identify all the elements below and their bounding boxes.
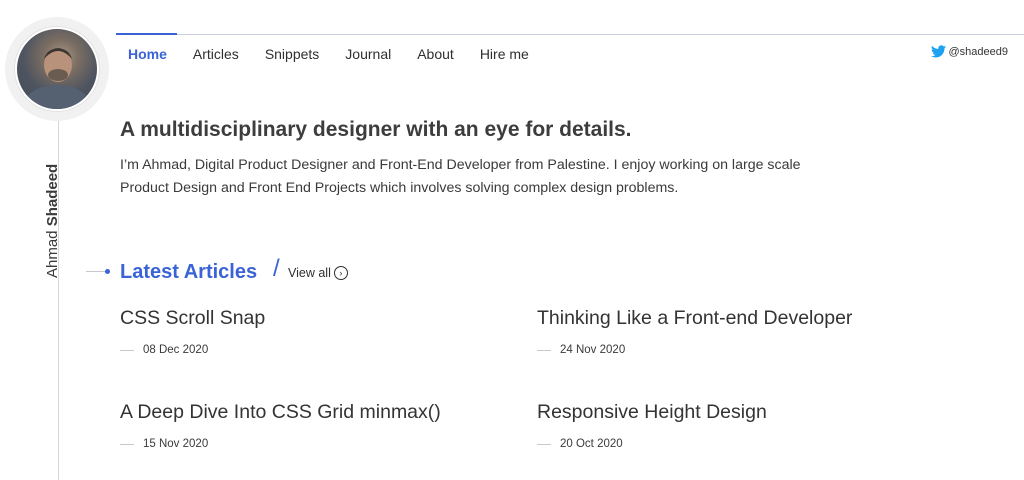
latest-connector-dot bbox=[105, 269, 110, 274]
article-date: 24 Nov 2020 bbox=[560, 344, 626, 356]
nav-hire-me[interactable]: Hire me bbox=[480, 46, 529, 62]
main-nav: Home Articles Snippets Journal About Hir… bbox=[128, 46, 555, 62]
avatar-photo-icon bbox=[23, 48, 91, 109]
article-title[interactable]: Responsive Height Design bbox=[537, 401, 767, 424]
nav-snippets[interactable]: Snippets bbox=[265, 46, 319, 62]
nav-articles[interactable]: Articles bbox=[193, 46, 239, 62]
author-first-name: Ahmad bbox=[44, 230, 61, 278]
article-date-row: 20 Oct 2020 bbox=[537, 438, 767, 450]
article-item: A Deep Dive Into CSS Grid minmax() 15 No… bbox=[120, 401, 441, 450]
article-date: 20 Oct 2020 bbox=[560, 438, 623, 450]
date-dash bbox=[120, 349, 134, 351]
article-date-row: 08 Dec 2020 bbox=[120, 344, 265, 356]
page-headline: A multidisciplinary designer with an eye… bbox=[120, 118, 632, 141]
twitter-handle: @shadeed9 bbox=[948, 45, 1009, 58]
avatar-frame bbox=[5, 17, 109, 121]
nav-active-indicator bbox=[116, 33, 177, 35]
view-all-label: View all bbox=[288, 266, 331, 280]
nav-about[interactable]: About bbox=[417, 46, 454, 62]
twitter-link[interactable]: @shadeed9 bbox=[930, 45, 1009, 58]
nav-journal[interactable]: Journal bbox=[345, 46, 391, 62]
article-date-row: 15 Nov 2020 bbox=[120, 438, 441, 450]
article-title[interactable]: A Deep Dive Into CSS Grid minmax() bbox=[120, 401, 441, 424]
author-name-vertical: Ahmad Shadeed bbox=[44, 164, 61, 278]
article-date: 08 Dec 2020 bbox=[143, 344, 209, 356]
article-item: Thinking Like a Front-end Developer 24 N… bbox=[537, 307, 852, 356]
chevron-right-circle-icon: › bbox=[333, 266, 348, 280]
article-title[interactable]: CSS Scroll Snap bbox=[120, 307, 265, 330]
avatar[interactable] bbox=[15, 27, 99, 111]
article-title[interactable]: Thinking Like a Front-end Developer bbox=[537, 307, 852, 330]
latest-connector-line bbox=[86, 271, 106, 272]
article-date: 15 Nov 2020 bbox=[143, 438, 209, 450]
article-item: Responsive Height Design 20 Oct 2020 bbox=[537, 401, 767, 450]
nav-home[interactable]: Home bbox=[128, 46, 167, 62]
article-date-row: 24 Nov 2020 bbox=[537, 344, 852, 356]
nav-divider bbox=[116, 34, 1024, 35]
latest-articles-heading: Latest Articles bbox=[120, 261, 258, 283]
view-all-link[interactable]: View all › bbox=[288, 266, 348, 280]
twitter-icon bbox=[930, 45, 946, 58]
author-last-name: Shadeed bbox=[44, 163, 61, 227]
article-item: CSS Scroll Snap 08 Dec 2020 bbox=[120, 307, 265, 356]
date-dash bbox=[537, 349, 551, 351]
date-dash bbox=[120, 443, 134, 445]
intro-text: I’m Ahmad, Digital Product Designer and … bbox=[120, 157, 801, 196]
date-dash bbox=[537, 443, 551, 445]
heading-slash: / bbox=[273, 255, 280, 282]
